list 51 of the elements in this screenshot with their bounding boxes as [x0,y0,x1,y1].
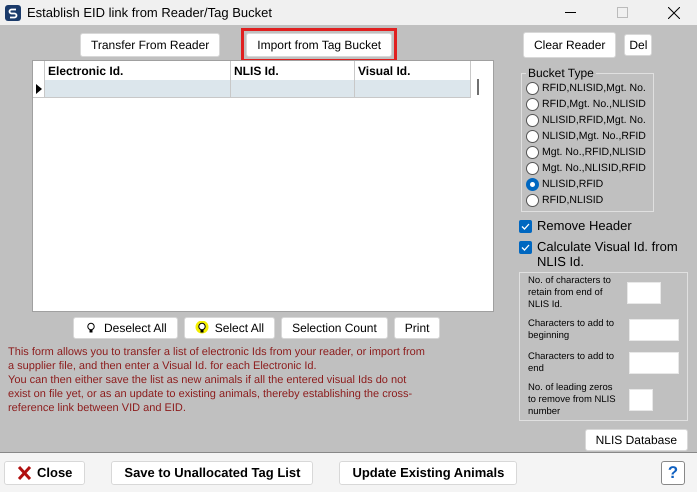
radio-button[interactable] [526,114,539,126]
input-field[interactable] [629,389,653,411]
footer-button[interactable]: Close [4,460,86,484]
scrollbar-thumb[interactable] [477,79,479,95]
list-button[interactable]: Select All [184,317,276,339]
radio-label: RFID,NLISID,Mgt. No. [542,82,646,94]
radio-label: NLISID,RFID [542,178,604,190]
input-field[interactable] [627,282,661,304]
toolbar-button[interactable]: Del [624,34,652,56]
field-label: No. of characters to retain from end of NLIS Id. [528,275,612,311]
footer-button[interactable]: Update Existing Animals [339,460,518,484]
toolbar-button[interactable]: Transfer From Reader [80,33,220,57]
window-title: Establish EID link from Reader/Tag Bucket [27,5,273,20]
field-label: Characters to add to end [528,351,616,375]
help-text: This form allows you to transfer a list of electronic Ids from your reader, or import from a supplier file, and then enter a Visual Id. for each Electronic Id. [8,345,426,373]
radio-button[interactable] [526,146,539,158]
radio-label: RFID,NLISID [542,194,604,206]
help-text: You can then either save the list as new animals if all the entered visual Ids do not exist on file yet, or as an update to existing animals, thereby establishing the cross-reference link between VID and EID. [8,373,414,415]
nlis-database-button[interactable]: NLIS Database [584,429,688,451]
radio-button[interactable] [526,162,539,174]
radio-button[interactable] [526,194,539,206]
radio-label: Mgt. No.,NLISID,RFID [542,162,646,174]
group-title: Bucket Type [527,66,595,80]
radio-button[interactable] [526,98,539,110]
list-button[interactable]: Deselect All [73,317,178,339]
minimize-icon[interactable] [564,12,576,14]
list-button[interactable]: Selection Count [281,317,388,339]
close-icon[interactable] [668,6,680,18]
lit-bulb-icon [194,321,209,335]
checkbox[interactable] [519,241,532,254]
input-field[interactable] [629,319,679,341]
field-label: Characters to add to beginning [528,318,616,342]
help-button[interactable]: ? [661,460,685,484]
radio-label: RFID,Mgt. No.,NLISID [542,98,646,110]
radio-button[interactable] [526,82,539,94]
footer-button[interactable]: Save to Unallocated Tag List [111,460,314,484]
radio-label: Mgt. No.,RFID,NLISID [542,146,646,158]
radio-button[interactable] [526,178,539,190]
checkbox-label: Calculate Visual Id. from NLIS Id. [537,239,679,269]
close-icon [17,466,31,480]
app-logo-icon [5,4,21,20]
radio-label: NLISID,RFID,Mgt. No. [542,114,646,126]
radio-label: NLISID,Mgt. No.,RFID [542,130,646,142]
list-button[interactable]: Print [394,317,440,339]
input-field[interactable] [629,352,679,374]
checkbox-label: Remove Header [537,218,632,233]
toolbar-button[interactable]: Clear Reader [523,32,616,58]
checkbox[interactable] [519,220,532,233]
toolbar-button[interactable]: Import from Tag Bucket [246,33,392,57]
field-label: No. of leading zeros to remove from NLIS number [528,382,616,418]
radio-button[interactable] [526,130,539,142]
